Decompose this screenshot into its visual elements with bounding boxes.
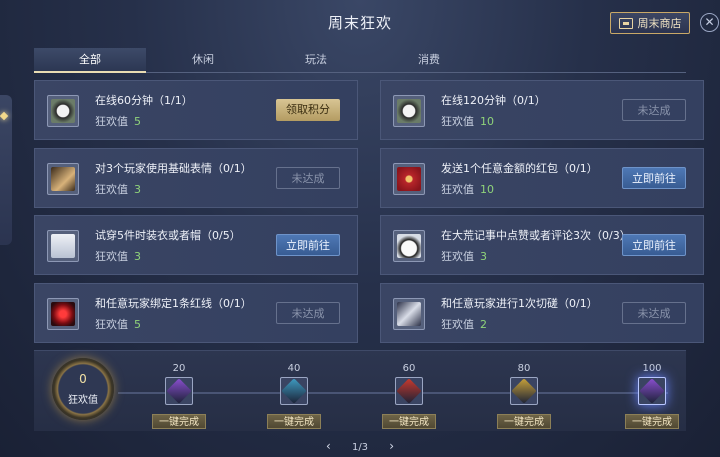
page-indicator: 1/3: [351, 442, 369, 453]
red-thread-icon: [47, 298, 79, 330]
task-card: 在线60分钟（1/1） 狂欢值 5 领取积分: [34, 80, 358, 140]
reward-chest-icon[interactable]: [638, 377, 666, 405]
task-name: 和任意玩家进行1次切磋（0/1）: [441, 297, 598, 310]
reward-chest-icon[interactable]: [395, 377, 423, 405]
weekend-carnival-panel: 周末狂欢 周末商店 ✕ 全部 休闲 玩法 消费 在线60分钟（1/1） 狂欢值 5…: [0, 0, 720, 457]
weekend-shop-button[interactable]: 周末商店: [610, 12, 690, 34]
gesture-icon: [47, 163, 79, 195]
claim-points-button[interactable]: 领取积分: [276, 99, 340, 121]
not-achieved-button[interactable]: 未达成: [622, 302, 686, 324]
pagination: ‹ 1/3 ›: [0, 439, 720, 453]
task-points: 狂欢值 2: [441, 318, 487, 331]
side-drawer-handle[interactable]: [0, 95, 12, 245]
task-points: 狂欢值 10: [441, 115, 494, 128]
task-name: 和任意玩家绑定1条红线（0/1）: [95, 297, 252, 310]
one-click-complete-button[interactable]: 一键完成: [152, 414, 206, 429]
carnival-points-value: 0: [79, 372, 87, 386]
milestone-value: 100: [642, 363, 662, 374]
tab-leisure[interactable]: 休闲: [147, 48, 259, 71]
go-now-button[interactable]: 立即前往: [622, 234, 686, 256]
task-name: 在线120分钟（0/1）: [441, 94, 546, 107]
progress-track: [118, 392, 668, 394]
panda-icon: [393, 95, 425, 127]
one-click-complete-button[interactable]: 一键完成: [625, 414, 679, 429]
milestone-value: 40: [287, 363, 301, 374]
next-page-icon[interactable]: ›: [389, 439, 394, 453]
progress-area: [34, 350, 686, 431]
milestone-value: 80: [517, 363, 531, 374]
go-now-button[interactable]: 立即前往: [276, 234, 340, 256]
task-points: 狂欢值 5: [95, 318, 141, 331]
tab-bar: 全部 休闲 玩法 消费: [34, 48, 686, 73]
task-card: 试穿5件时装衣或者帽（0/5） 狂欢值 3 立即前往: [34, 215, 358, 275]
red-envelope-icon: [393, 163, 425, 195]
one-click-complete-button[interactable]: 一键完成: [267, 414, 321, 429]
one-click-complete-button[interactable]: 一键完成: [497, 414, 551, 429]
task-points: 狂欢值 3: [95, 183, 141, 196]
clothing-icon: [47, 230, 79, 262]
not-achieved-button[interactable]: 未达成: [622, 99, 686, 121]
task-points: 狂欢值 5: [95, 115, 141, 128]
task-points: 狂欢值 10: [441, 183, 494, 196]
close-icon[interactable]: ✕: [700, 13, 719, 32]
task-name: 试穿5件时装衣或者帽（0/5）: [95, 229, 241, 242]
task-card: 在大荒记事中点赞或者评论3次（0/3） 狂欢值 3 立即前往: [380, 215, 704, 275]
task-card: 和任意玩家绑定1条红线（0/1） 狂欢值 5 未达成: [34, 283, 358, 343]
carnival-points-orb: 0 狂欢值: [52, 358, 114, 420]
tab-all[interactable]: 全部: [34, 48, 146, 73]
reward-chest-icon[interactable]: [165, 377, 193, 405]
task-card: 和任意玩家进行1次切磋（0/1） 狂欢值 2 未达成: [380, 283, 704, 343]
carnival-points-label: 狂欢值: [68, 395, 98, 406]
tab-gameplay[interactable]: 玩法: [260, 48, 372, 71]
task-card: 对3个玩家使用基础表情（0/1） 狂欢值 3 未达成: [34, 148, 358, 208]
task-points: 狂欢值 3: [95, 250, 141, 263]
not-achieved-button[interactable]: 未达成: [276, 302, 340, 324]
reward-chest-icon[interactable]: [510, 377, 538, 405]
task-name: 对3个玩家使用基础表情（0/1）: [95, 162, 252, 175]
weekend-shop-label: 周末商店: [637, 17, 682, 30]
prev-page-icon[interactable]: ‹: [326, 439, 331, 453]
shop-icon: [618, 17, 633, 29]
crossed-swords-icon: [393, 298, 425, 330]
one-click-complete-button[interactable]: 一键完成: [382, 414, 436, 429]
panda-icon: [47, 95, 79, 127]
panda-face-icon: [393, 230, 425, 262]
not-achieved-button[interactable]: 未达成: [276, 167, 340, 189]
task-card: 发送1个任意金额的红包（0/1） 狂欢值 10 立即前往: [380, 148, 704, 208]
tab-spending[interactable]: 消费: [373, 48, 485, 71]
task-card: 在线120分钟（0/1） 狂欢值 10 未达成: [380, 80, 704, 140]
reward-chest-icon[interactable]: [280, 377, 308, 405]
milestone-value: 20: [172, 363, 186, 374]
task-name: 发送1个任意金额的红包（0/1）: [441, 162, 598, 175]
task-name: 在线60分钟（1/1）: [95, 94, 193, 107]
go-now-button[interactable]: 立即前往: [622, 167, 686, 189]
task-points: 狂欢值 3: [441, 250, 487, 263]
milestone-value: 60: [402, 363, 416, 374]
task-name: 在大荒记事中点赞或者评论3次（0/3）: [441, 229, 631, 242]
